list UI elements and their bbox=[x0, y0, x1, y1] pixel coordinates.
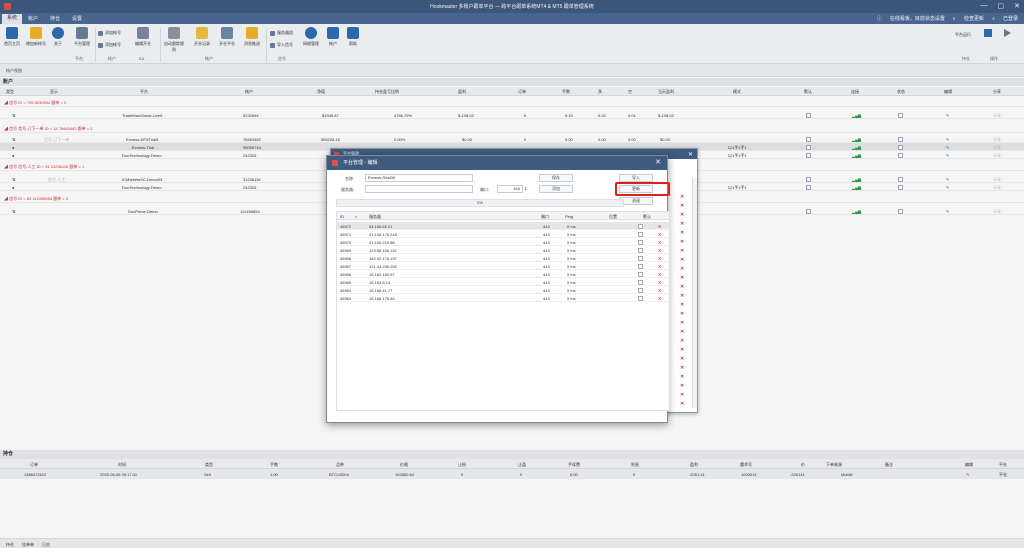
delete-icon[interactable]: ✕ bbox=[680, 311, 684, 317]
delete-icon[interactable]: ✕ bbox=[680, 365, 684, 371]
default-checkbox[interactable] bbox=[638, 248, 643, 253]
dialog-app-icon bbox=[332, 160, 338, 166]
delete-icon[interactable]: ✕ bbox=[680, 329, 684, 335]
add-button[interactable]: 添加 bbox=[539, 185, 573, 193]
server-row[interactable]: 46966 18.162.180.97 443 0 ms ✕ bbox=[337, 270, 669, 278]
delete-icon[interactable]: ✕ bbox=[680, 347, 684, 353]
delete-icon[interactable]: ✕ bbox=[680, 302, 684, 308]
server-table: ID ▿ 服务器 端口 Ping 位置 默认 46972 54.180.65.2… bbox=[336, 211, 670, 411]
server-row[interactable]: 46970 47.100.219.58 443 0 ms ✕ bbox=[337, 238, 669, 246]
delete-icon[interactable]: ✕ bbox=[658, 256, 661, 261]
progress-text: 0% bbox=[477, 200, 483, 205]
delete-icon[interactable]: ✕ bbox=[658, 224, 661, 229]
server-row[interactable]: 46965 18.163.8.14 443 0 ms ✕ bbox=[337, 278, 669, 286]
default-checkbox[interactable] bbox=[638, 288, 643, 293]
delete-icon[interactable]: ✕ bbox=[680, 401, 684, 407]
platform-edit-titlebar: 平台管理 - 编辑 ✕ bbox=[327, 156, 667, 170]
col-port[interactable]: 端口 bbox=[541, 214, 549, 220]
delete-icon[interactable]: ✕ bbox=[680, 320, 684, 326]
platform-edit-close-button[interactable]: ✕ bbox=[655, 156, 661, 170]
name-field[interactable]: Exness-Real36 bbox=[365, 174, 473, 182]
delete-icon[interactable]: ✕ bbox=[658, 248, 661, 253]
col-ping[interactable]: Ping bbox=[565, 214, 573, 219]
server-table-header: ID ▿ 服务器 端口 Ping 位置 默认 bbox=[337, 212, 669, 220]
server-row[interactable]: 46963 18.166.175.46 443 0 ms ✕ bbox=[337, 294, 669, 302]
import-button[interactable]: 导入 bbox=[619, 174, 653, 182]
delete-icon[interactable]: ✕ bbox=[680, 356, 684, 362]
default-checkbox[interactable] bbox=[638, 224, 643, 229]
delete-icon[interactable]: ✕ bbox=[658, 288, 661, 293]
server-row[interactable]: 46964 18.166.41.77 443 0 ms ✕ bbox=[337, 286, 669, 294]
default-checkbox[interactable] bbox=[638, 240, 643, 245]
delete-icon[interactable]: ✕ bbox=[680, 212, 684, 218]
server-row[interactable]: 46967 121.43.230.250 443 0 ms ✕ bbox=[337, 262, 669, 270]
delete-icon[interactable]: ✕ bbox=[658, 280, 661, 285]
delete-icon[interactable]: ✕ bbox=[658, 264, 661, 269]
delete-icon[interactable]: ✕ bbox=[680, 284, 684, 290]
delete-icon[interactable]: ✕ bbox=[680, 293, 684, 299]
progress-bar: 0% bbox=[336, 199, 624, 207]
platform-manage-close-button[interactable]: ✕ bbox=[688, 150, 693, 160]
name-label: 名称: bbox=[345, 176, 355, 181]
default-checkbox[interactable] bbox=[638, 264, 643, 269]
delete-icon[interactable]: ✕ bbox=[680, 338, 684, 344]
col-server[interactable]: 服务器 bbox=[369, 214, 381, 220]
default-checkbox[interactable] bbox=[638, 256, 643, 261]
delete-icon[interactable]: ✕ bbox=[658, 232, 661, 237]
delete-icon[interactable]: ✕ bbox=[680, 275, 684, 281]
port-stepper-icon[interactable]: ⇕ bbox=[524, 186, 527, 191]
filter-icon[interactable]: ▿ bbox=[355, 214, 357, 219]
delete-icon[interactable]: ✕ bbox=[658, 296, 661, 301]
col-default[interactable]: 默认 bbox=[643, 214, 651, 220]
server-label: 服务器: bbox=[341, 187, 355, 192]
update-button-highlight bbox=[615, 182, 670, 196]
delete-icon[interactable]: ✕ bbox=[658, 240, 661, 245]
server-row[interactable]: 46968 182.92.178.197 443 0 ms ✕ bbox=[337, 254, 669, 262]
default-checkbox[interactable] bbox=[638, 296, 643, 301]
platform-edit-title: 平台管理 - 编辑 bbox=[343, 160, 378, 166]
port-field[interactable]: 443 bbox=[497, 185, 523, 193]
server-row[interactable]: 46971 47.100.170.245 443 0 ms ✕ bbox=[337, 230, 669, 238]
delete-icon[interactable]: ✕ bbox=[680, 257, 684, 263]
platform-edit-dialog: 平台管理 - 编辑 ✕ 名称: Exness-Real36 保存 导入 服务器:… bbox=[326, 155, 670, 423]
default-checkbox[interactable] bbox=[638, 272, 643, 277]
delete-icon[interactable]: ✕ bbox=[658, 272, 661, 277]
delete-icon[interactable]: ✕ bbox=[680, 383, 684, 389]
save-button[interactable]: 保存 bbox=[539, 174, 573, 182]
delete-icon[interactable]: ✕ bbox=[680, 239, 684, 245]
default-checkbox[interactable] bbox=[638, 232, 643, 237]
col-id[interactable]: ID bbox=[340, 214, 344, 219]
default-checkbox[interactable] bbox=[638, 280, 643, 285]
col-location[interactable]: 位置 bbox=[609, 214, 617, 220]
delete-icon[interactable]: ✕ bbox=[680, 266, 684, 272]
delete-icon[interactable]: ✕ bbox=[680, 203, 684, 209]
delete-icon[interactable]: ✕ bbox=[680, 230, 684, 236]
delete-icon[interactable]: ✕ bbox=[680, 392, 684, 398]
delete-icon[interactable]: ✕ bbox=[680, 248, 684, 254]
delete-icon[interactable]: ✕ bbox=[680, 221, 684, 227]
background-scrollbar[interactable] bbox=[692, 178, 697, 408]
server-field[interactable] bbox=[365, 185, 473, 193]
port-label: 端口: bbox=[480, 187, 490, 192]
server-row[interactable]: 46969 123.56.155.115 443 0 ms ✕ bbox=[337, 246, 669, 254]
delete-icon[interactable]: ✕ bbox=[680, 374, 684, 380]
delete-icon[interactable]: ✕ bbox=[680, 194, 684, 200]
server-row[interactable]: 46972 54.180.65.21 443 0 ms ✕ bbox=[337, 222, 669, 230]
speed-test-button[interactable]: 测速 bbox=[619, 197, 653, 205]
